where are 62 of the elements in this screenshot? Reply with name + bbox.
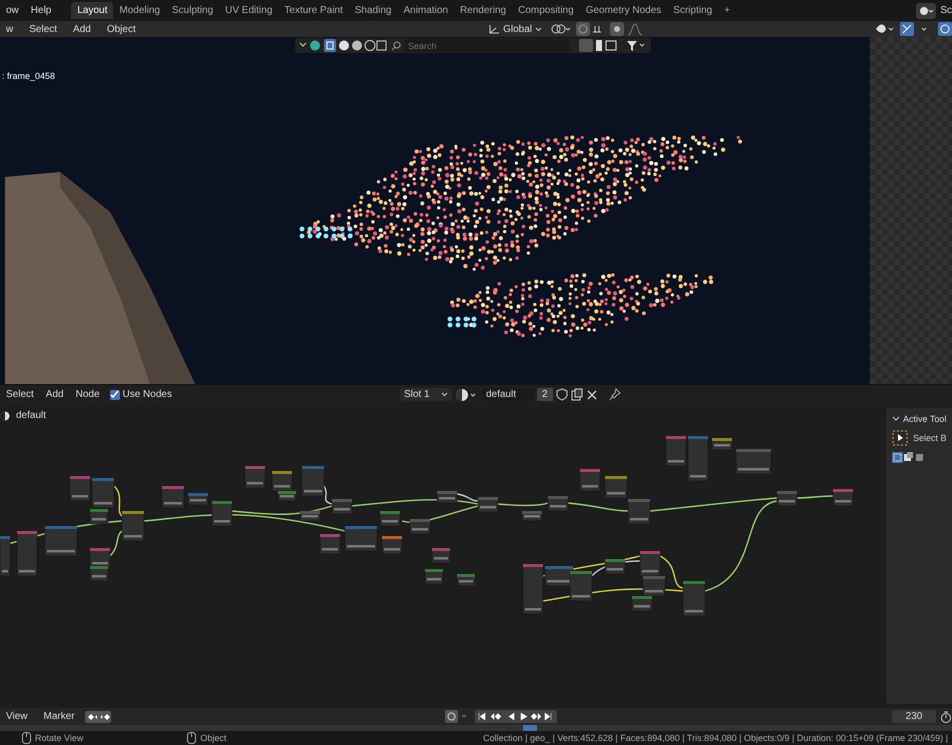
panel-title[interactable]: Active Tool [903,414,946,424]
menu-item[interactable]: Help [24,5,58,16]
status-hint: Rotate View [35,733,84,743]
duplicate-icon[interactable] [570,388,583,401]
menu-item[interactable]: Add [40,389,70,400]
workspace-tab[interactable]: Texture Paint [278,2,349,19]
overlay-toggle-icon[interactable] [938,22,952,36]
transform-orientation-dropdown[interactable]: Global [484,24,546,34]
menu-item[interactable]: Node [70,389,106,400]
workspace-tab[interactable]: Shading [348,2,398,19]
shading-icon[interactable] [299,39,387,52]
tool-name: Select B [913,433,947,443]
scene-name[interactable]: Sc [938,5,952,16]
workspace-tab[interactable]: Scripting [667,2,718,19]
menu-item[interactable]: Add [67,24,97,34]
workspace-tab[interactable]: Geometry Nodes [580,2,668,19]
chevron-down-icon [535,26,542,32]
playback-controls-icon[interactable] [475,710,558,723]
axes-icon [488,24,500,34]
viewport-info-text: : frame_0458 [2,71,56,81]
mouse-icon [22,732,31,744]
menu-item[interactable]: w [0,24,20,34]
close-icon[interactable] [586,388,598,401]
keyframe-jump-icon[interactable] [84,710,111,722]
pin-icon[interactable] [608,388,621,401]
visibility-icon[interactable] [874,22,896,36]
workspace-tab[interactable]: Layout [71,2,114,19]
checkbox[interactable] [110,390,120,400]
status-hint: Object [200,733,226,743]
scene-statistics: Collection | geo_ | Verts:452,628 | Faces:894,080 | Tris:894,080 | Objects:0/9 | Duration: 00:15+09 (Frame 230/459) | [483,733,949,743]
workspace-tab[interactable]: Animation [397,2,454,19]
shield-icon[interactable] [556,388,568,401]
stopwatch-icon[interactable] [940,710,952,722]
add-workspace-button[interactable]: + [718,2,736,19]
menu-item[interactable]: View [0,711,34,722]
workspace-tab[interactable]: Modeling [113,2,166,19]
selection-mode-icon[interactable] [892,452,926,463]
workspace-tab[interactable]: UV Editing [219,2,278,19]
user-count[interactable]: 2 [536,388,553,401]
menu-item[interactable]: Marker [38,711,81,722]
menu-item[interactable]: Object [100,24,142,34]
select-box-tool-icon[interactable] [892,430,908,446]
slot-dropdown[interactable]: Slot 1 [400,388,452,401]
scene-selector-button[interactable] [916,2,936,18]
workspace-tab[interactable]: Rendering [454,2,512,19]
mouse-icon [187,732,196,744]
use-nodes-checkbox[interactable]: Use Nodes [110,389,172,400]
link-icon[interactable] [550,23,572,35]
collapse-chevron-icon[interactable] [892,416,900,422]
current-frame-field[interactable]: 230 [892,710,936,723]
search-icon [391,40,401,50]
workspace-tab[interactable]: Compositing [512,2,580,19]
filter-icon[interactable] [579,39,647,52]
menu-item[interactable]: Select [23,24,64,34]
menu-item[interactable]: Select [0,389,40,400]
render-engine-icon [919,4,934,16]
breadcrumb-text: default [16,410,46,421]
search-field[interactable]: Search [404,39,570,52]
menu-item[interactable]: ow [0,5,25,16]
material-name-field[interactable]: default [482,388,534,401]
chevron-down-icon [440,392,448,397]
workspace-tab[interactable]: Sculpting [166,2,220,19]
